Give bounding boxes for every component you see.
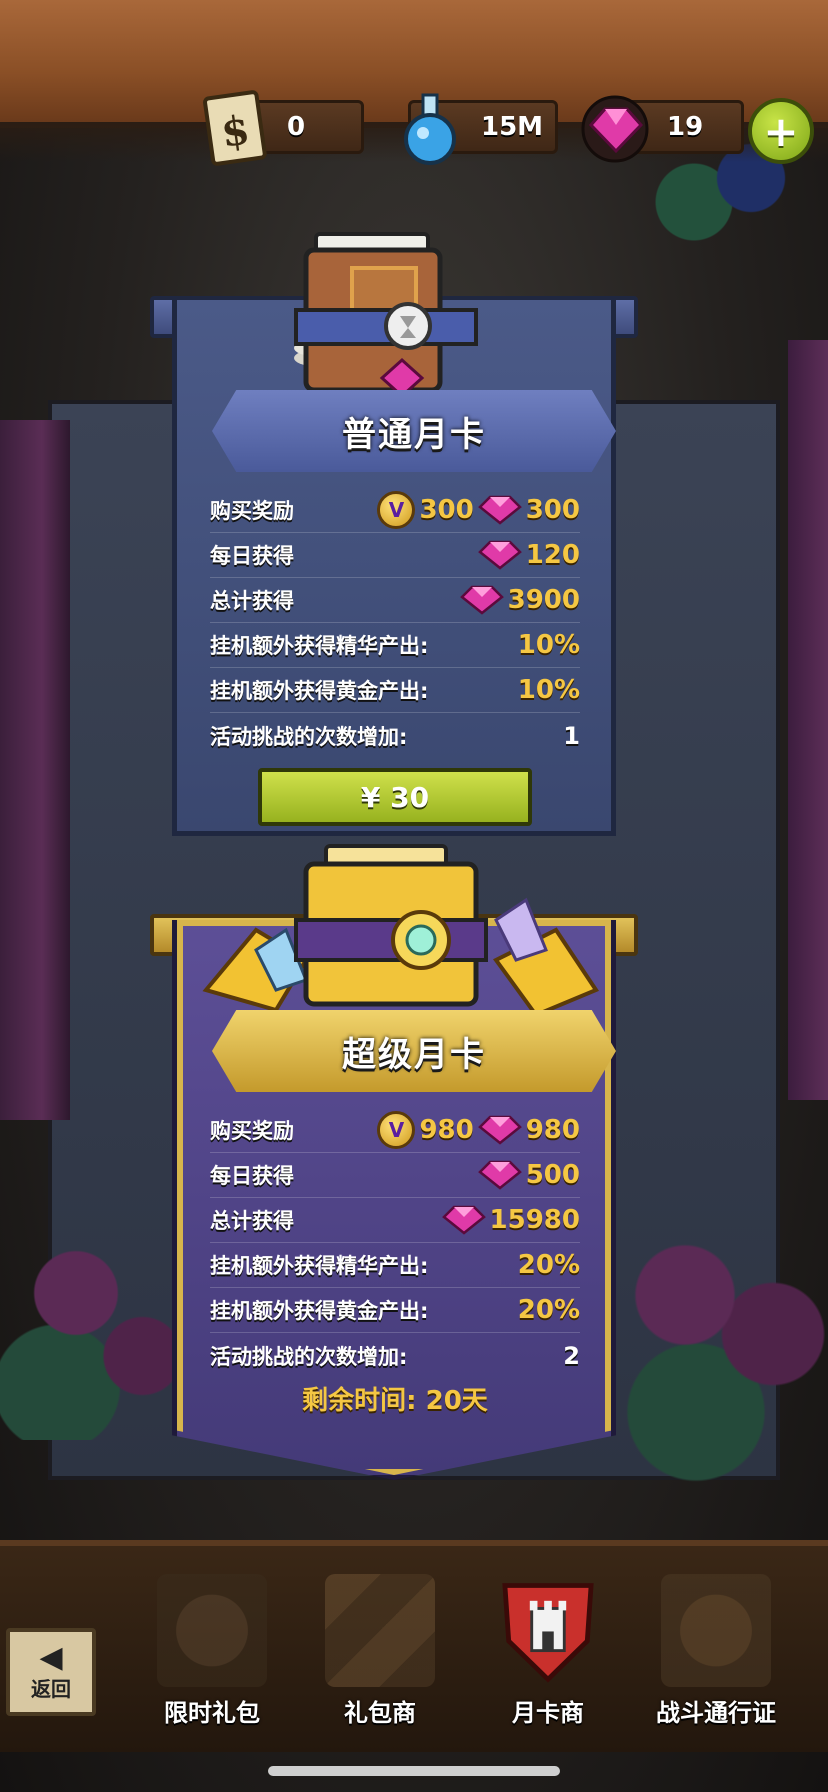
gem-icon bbox=[581, 95, 649, 163]
reward-label: 总计获得 bbox=[210, 589, 294, 613]
reward-row-gold: 挂机额外获得黄金产出: 20% bbox=[210, 1288, 580, 1333]
reward-label: 购买奖励 bbox=[210, 499, 294, 523]
reward-label: 挂机额外获得精华产出: bbox=[210, 1254, 429, 1278]
reward-row-challenge: 活动挑战的次数增加: 1 bbox=[210, 713, 580, 758]
back-label: 返回 bbox=[31, 1676, 71, 1701]
reward-label: 购买奖励 bbox=[210, 1119, 294, 1143]
reward-row-total: 总计获得 15980 bbox=[210, 1198, 580, 1243]
reward-label: 挂机额外获得精华产出: bbox=[210, 634, 429, 658]
roses-decoration-right bbox=[608, 1230, 828, 1490]
tab-monthly-card[interactable]: 月卡商 bbox=[468, 1574, 628, 1744]
tab-label: 限时礼包 bbox=[164, 1699, 260, 1727]
vip-value: 300 bbox=[419, 495, 474, 525]
plus-icon: + bbox=[763, 106, 799, 156]
reward-label: 活动挑战的次数增加: bbox=[210, 1344, 408, 1369]
reward-label: 活动挑战的次数增加: bbox=[210, 724, 408, 749]
reward-row-challenge: 活动挑战的次数增加: 2 bbox=[210, 1333, 580, 1378]
vip-icon: V bbox=[377, 491, 416, 529]
tab-gift-shop[interactable]: 礼包商 bbox=[300, 1574, 460, 1744]
reward-value: 2 bbox=[563, 1341, 580, 1370]
bottom-nav: 限时礼包 礼包商 月卡商 战斗通行证 bbox=[0, 1540, 828, 1752]
tab-label: 礼包商 bbox=[344, 1699, 416, 1727]
roses-decoration-left bbox=[0, 1230, 190, 1440]
back-arrow-icon: ◀ bbox=[39, 1639, 63, 1675]
ticket-icon: $ bbox=[203, 90, 267, 166]
tab-label: 月卡商 bbox=[512, 1699, 584, 1727]
gem-reward-value: 120 bbox=[525, 540, 580, 570]
reward-row-daily: 每日获得 500 bbox=[210, 1153, 580, 1198]
reward-row-total: 总计获得 3900 bbox=[210, 578, 580, 623]
ticket-value: 0 bbox=[287, 112, 306, 142]
super-card-rewards: 购买奖励 V 980 980 每日获得 500 总计获得 15980 挂机额外获… bbox=[210, 1108, 580, 1378]
tab-label: 战斗通行证 bbox=[656, 1699, 776, 1727]
tab-battle-pass[interactable]: 战斗通行证 bbox=[636, 1574, 796, 1744]
gem-icon bbox=[441, 1205, 486, 1235]
reward-row-gold: 挂机额外获得黄金产出: 10% bbox=[210, 668, 580, 713]
gem-icon bbox=[477, 1115, 522, 1145]
reward-row-daily: 每日获得 120 bbox=[210, 533, 580, 578]
reward-row-purchase: 购买奖励 V 300 300 bbox=[210, 488, 580, 533]
vip-value: 980 bbox=[419, 1115, 474, 1145]
battle-pass-emblem-icon bbox=[661, 1574, 771, 1687]
gem-reward-value: 300 bbox=[525, 495, 580, 525]
reward-row-essence: 挂机额外获得精华产出: 10% bbox=[210, 623, 580, 668]
curtain-right bbox=[788, 340, 828, 1100]
home-indicator bbox=[268, 1766, 560, 1776]
gem-counter: 19 bbox=[581, 95, 744, 163]
normal-card-title: 普通月卡 bbox=[212, 390, 616, 472]
castle-shield-icon bbox=[502, 1583, 594, 1683]
gem-icon bbox=[459, 585, 504, 615]
tab-limited-gift[interactable]: 限时礼包 bbox=[132, 1574, 292, 1744]
add-gems-button[interactable]: + bbox=[748, 98, 814, 164]
potion-icon bbox=[404, 93, 456, 165]
book-icon bbox=[294, 232, 478, 399]
vip-icon: V bbox=[377, 1111, 416, 1149]
ticket-counter: $ 0 bbox=[203, 90, 364, 166]
shield-emblem-icon bbox=[325, 1574, 435, 1687]
reward-row-essence: 挂机额外获得精华产出: 20% bbox=[210, 1243, 580, 1288]
gem-icon bbox=[477, 1160, 522, 1190]
curtain-left bbox=[0, 420, 70, 1120]
gem-reward-value: 3900 bbox=[507, 585, 580, 615]
gem-value: 19 bbox=[667, 112, 704, 142]
buy-normal-card-button[interactable]: ¥ 30 bbox=[258, 768, 532, 826]
reward-value: 10% bbox=[517, 630, 580, 660]
gem-reward-value: 15980 bbox=[489, 1205, 580, 1235]
reward-label: 挂机额外获得黄金产出: bbox=[210, 679, 429, 703]
reward-value: 10% bbox=[517, 675, 580, 705]
potion-counter: 15M bbox=[404, 93, 558, 165]
reward-row-purchase: 购买奖励 V 980 980 bbox=[210, 1108, 580, 1153]
potion-value: 15M bbox=[481, 112, 544, 142]
super-card-title: 超级月卡 bbox=[212, 1010, 616, 1092]
reward-value: 20% bbox=[517, 1250, 580, 1280]
wreath-emblem-icon bbox=[157, 1574, 267, 1687]
normal-card-rewards: 购买奖励 V 300 300 每日获得 120 总计获得 3900 挂机额外获得… bbox=[210, 488, 580, 758]
gem-icon bbox=[477, 540, 522, 570]
reward-label: 挂机额外获得黄金产出: bbox=[210, 1299, 429, 1323]
gem-icon bbox=[477, 495, 522, 525]
reward-label: 每日获得 bbox=[210, 544, 294, 568]
gem-reward-value: 500 bbox=[525, 1160, 580, 1190]
reward-value: 1 bbox=[563, 721, 580, 750]
reward-value: 20% bbox=[517, 1295, 580, 1325]
reward-label: 总计获得 bbox=[210, 1209, 294, 1233]
gem-reward-value: 980 bbox=[525, 1115, 580, 1145]
back-button[interactable]: ◀ 返回 bbox=[6, 1628, 96, 1716]
reward-label: 每日获得 bbox=[210, 1164, 294, 1188]
remaining-time: 剩余时间: 20天 bbox=[302, 1386, 488, 1416]
